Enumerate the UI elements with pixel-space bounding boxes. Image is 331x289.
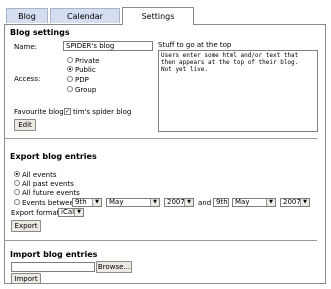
export-format-value: iCal	[61, 208, 75, 216]
export-between-radio[interactable]	[14, 199, 20, 205]
tab-bar: Blog Calendar Settings	[4, 4, 326, 25]
favourite-item: tim's spider blog	[73, 108, 132, 116]
tab-calendar[interactable]: Calendar	[50, 8, 120, 23]
from-day-value: 9th	[75, 198, 87, 206]
access-public-radio[interactable]	[67, 66, 73, 72]
export-past-label: All past events	[22, 180, 74, 188]
access-label: Access:	[14, 75, 41, 83]
stuff-textarea[interactable]: Users enter some html and/or text that t…	[158, 50, 318, 132]
name-label: Name:	[14, 43, 38, 51]
import-heading: Import blog entries	[10, 250, 98, 259]
browse-button[interactable]: Browse...	[96, 261, 132, 273]
export-heading: Export blog entries	[10, 152, 97, 161]
blog-name-input[interactable]: SPIDER's blog	[63, 41, 153, 51]
from-year-value: 2007	[167, 198, 185, 206]
export-button[interactable]: Export	[11, 220, 41, 232]
to-month-select[interactable]: May ▼	[232, 198, 276, 207]
from-year-select[interactable]: 2007 ▼	[164, 198, 194, 207]
access-group-radio[interactable]	[67, 86, 73, 92]
edit-button[interactable]: Edit	[14, 119, 36, 131]
export-all-radio[interactable]	[14, 171, 20, 177]
favourite-checkbox[interactable]: ✓	[64, 108, 71, 115]
to-day-value: 9th	[216, 198, 228, 206]
to-year-select[interactable]: 2007 ▼	[280, 198, 310, 207]
export-all-label: All events	[22, 171, 57, 179]
chevron-down-icon: ▼	[300, 199, 309, 206]
chevron-down-icon: ▼	[150, 199, 159, 206]
access-public-label: Public	[75, 66, 96, 74]
import-file-input[interactable]	[11, 262, 95, 272]
access-private-radio[interactable]	[67, 57, 73, 63]
and-label: and	[198, 199, 212, 207]
tab-blog[interactable]: Blog	[6, 8, 48, 23]
section-divider	[5, 138, 317, 139]
chevron-down-icon: ▼	[74, 209, 83, 216]
chevron-down-icon: ▼	[92, 199, 101, 206]
export-between-label: Events between	[22, 199, 79, 207]
stuff-label: Stuff to go at the top	[158, 41, 232, 49]
from-month-select[interactable]: May ▼	[106, 198, 160, 207]
to-month-value: May	[235, 198, 250, 206]
export-format-select[interactable]: iCal ▼	[58, 208, 84, 217]
export-past-radio[interactable]	[14, 180, 20, 186]
blog-settings-heading: Blog settings	[10, 28, 70, 37]
export-future-radio[interactable]	[14, 189, 20, 195]
favourite-label: Favourite blogs	[14, 108, 68, 116]
access-group-label: Group	[75, 86, 97, 94]
export-format-label: Export format	[11, 209, 60, 217]
chevron-down-icon: ▼	[184, 199, 193, 206]
access-private-label: Private	[75, 57, 100, 65]
from-day-select[interactable]: 9th ▼	[72, 198, 102, 207]
import-button[interactable]: Import	[11, 273, 41, 284]
tab-settings[interactable]: Settings	[122, 7, 194, 25]
from-month-value: May	[109, 198, 124, 206]
chevron-down-icon: ▼	[266, 199, 275, 206]
access-pdp-label: PDP	[75, 76, 89, 84]
section-divider	[5, 240, 317, 241]
access-pdp-radio[interactable]	[67, 76, 73, 82]
export-future-label: All future events	[22, 189, 80, 197]
to-year-value: 2007	[283, 198, 301, 206]
to-day-select[interactable]: 9th	[213, 198, 229, 207]
